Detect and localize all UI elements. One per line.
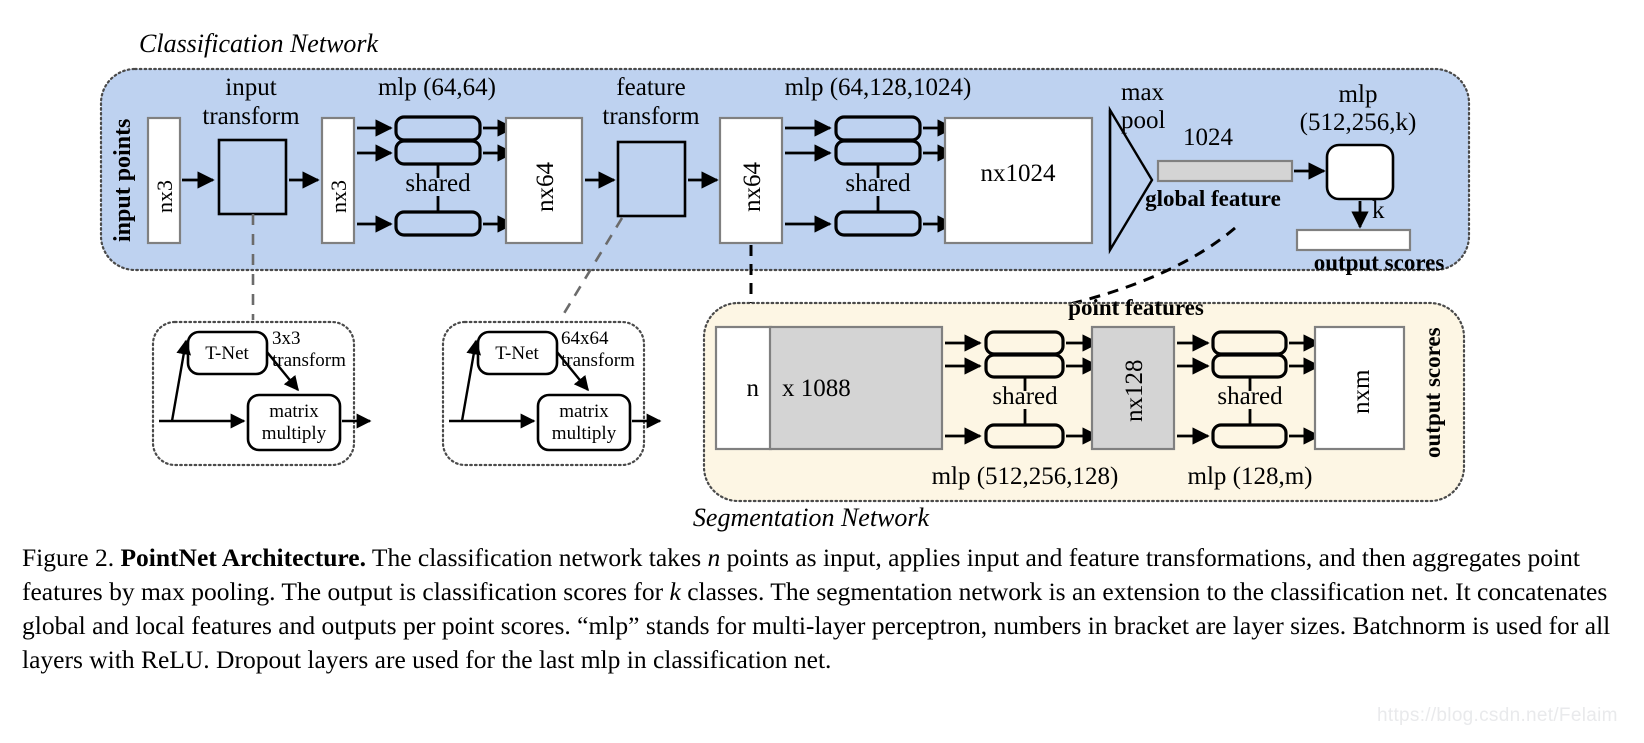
block-feature-transform [616,140,687,218]
point-features-label: point features [1068,295,1204,320]
caption-var-n: n [707,543,721,572]
mlp1-unit-3 [394,210,482,237]
input-points-label: input points [110,119,136,242]
mlp2-unit-2 [834,139,922,166]
matrix-multiply-1-line1: matrix [269,401,319,422]
segmentation-network-title: Segmentation Network [693,503,930,532]
tnet-2-transform-line2: transform [561,350,635,371]
classification-output-scores-bar [1295,228,1412,252]
classification-network-title: Classification Network [139,29,379,58]
mlp2-title: mlp (64,128,1024) [785,74,972,101]
tnet-2-branch-arrow [460,339,482,422]
mlp5-title: mlp (128,m) [1188,463,1313,490]
block-input-transform [217,138,288,216]
figure-caption: Figure 2. PointNet Architecture. The cla… [22,541,1622,678]
caption-var-k: k [669,577,681,607]
tnet-box-1-label: T-Net [205,343,249,364]
watermark-text: https://blog.csdn.net/Felaim [1377,705,1618,726]
concat-dims-label: x 1088 [782,375,851,402]
mlp4-unit-2 [984,353,1065,379]
tnet-1-transform-line1: 3x3 [272,328,301,349]
feature-transform-title-line2: transform [602,103,700,130]
block-nx64-b-label: nx64 [739,162,766,213]
mlp2-unit-1 [834,115,922,142]
mlp4-unit-1 [984,330,1065,356]
feature-transform-title-line1: feature [616,74,685,101]
tnet-1-branch-arrow [170,339,192,422]
block-nxm-label: nxm [1348,369,1375,414]
mlp2-shared-label: shared [845,170,911,197]
segmentation-output-scores-label: output scores [1420,327,1445,458]
block-nx64-a-label: nx64 [532,162,559,213]
mlp1-unit-2 [394,139,482,166]
mlp5-unit-1 [1211,330,1288,356]
tnet-1-transform-line2: transform [272,350,346,371]
tnet-box-2-label: T-Net [495,343,539,364]
pointnet-architecture-figure: Classification Network input points nx3 … [0,0,1644,743]
block-input-nx3-label: nx3 [152,180,177,213]
max-pool-label-line1: max [1121,79,1165,106]
mlp2-unit-3 [834,210,922,237]
block-nx128-label: nx128 [1121,360,1148,423]
k-label: k [1372,197,1385,224]
figure-bold-title: PointNet Architecture. [120,543,366,572]
matrix-multiply-1-line2: multiply [262,423,327,444]
block-local-feature-part [714,325,773,451]
mlp5-unit-2 [1211,353,1288,379]
matrix-multiply-2-line2: multiply [552,423,617,444]
max-pool-label-line2: pool [1121,107,1166,134]
block-mlp3 [1325,143,1395,201]
block-transformed-nx3-label: nx3 [326,180,351,213]
input-transform-title-line2: transform [202,103,300,130]
global-feature-label: global feature [1145,186,1281,211]
mlp5-shared-label: shared [1217,383,1283,410]
input-transform-title-line1: input [225,74,276,101]
mlp1-unit-1 [394,115,482,142]
mlp5-unit-3 [1211,423,1288,449]
classification-output-scores-label: output scores [1314,250,1445,275]
mlp1-title: mlp (64,64) [378,74,496,101]
caption-part-1: The classification network takes [365,543,708,572]
mlp4-unit-3 [984,423,1065,449]
global-feature-bar [1156,159,1294,183]
block-nx1024-label: nx1024 [981,160,1057,187]
mlp4-title: mlp (512,256,128) [932,463,1119,490]
matrix-multiply-2-line1: matrix [559,401,609,422]
tnet-2-transform-line1: 64x64 [561,328,609,349]
figure-number: Figure 2. [22,543,115,572]
mlp4-shared-label: shared [992,383,1058,410]
mlp1-shared-label: shared [405,170,471,197]
mlp3-title-line1: mlp [1339,81,1378,108]
global-feature-size-label: 1024 [1183,124,1234,151]
mlp3-title-line2: (512,256,k) [1300,109,1417,136]
concat-n-label: n [747,375,760,402]
